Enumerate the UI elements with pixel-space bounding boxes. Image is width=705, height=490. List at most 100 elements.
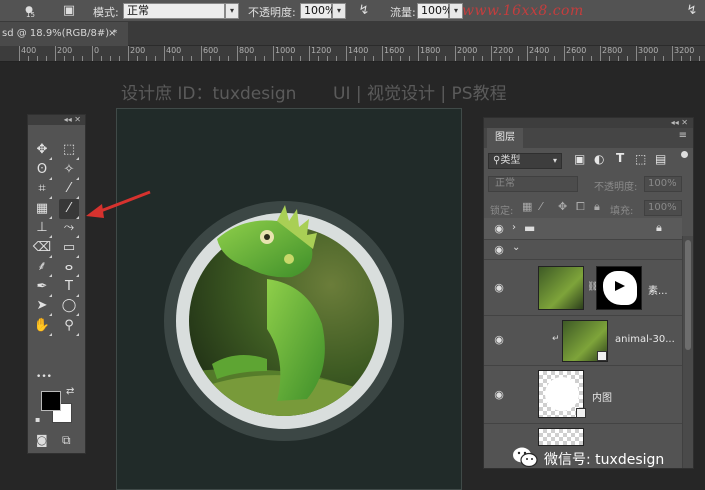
eye-icon[interactable]: ◉	[492, 281, 506, 295]
brush-settings-icon[interactable]: ▣	[60, 2, 78, 20]
chevron-down-icon[interactable]: ▾	[449, 3, 463, 19]
lock-label: 锁定:	[490, 206, 514, 217]
gradient-icon[interactable]: ▭	[59, 238, 79, 258]
history-brush-icon[interactable]: ⤳	[59, 218, 79, 238]
quick-mask-icon[interactable]: ◙	[36, 433, 48, 447]
pressure-size-icon[interactable]: ↯	[683, 2, 701, 20]
ruler-tick	[564, 46, 565, 61]
ruler-subtick	[690, 56, 691, 61]
blur-icon[interactable]: ⸙	[32, 257, 52, 277]
ruler-tick	[128, 46, 129, 61]
ruler-subtick	[400, 56, 401, 61]
shape-filter-icon[interactable]: ⬚	[635, 152, 646, 166]
type-filter-icon[interactable]: T	[616, 151, 624, 165]
ruler-subtick	[536, 56, 537, 61]
swap-colors-icon[interactable]: ⇄	[66, 386, 74, 397]
chevron-down-icon[interactable]: ⌄	[512, 242, 520, 253]
lock-pixels-icon[interactable]: ⁄	[540, 200, 542, 213]
panel-menu-icon[interactable]: ≡	[679, 130, 687, 141]
mode-select[interactable]: 正常	[123, 3, 225, 19]
layer-row[interactable]: ◉ ↵ animal-30...	[484, 316, 682, 366]
ruler-tick-label: 2000	[457, 46, 478, 55]
type-icon[interactable]: T	[59, 277, 79, 297]
eye-icon[interactable]: ◉	[492, 388, 506, 402]
lock-icon[interactable]: 🔒︎	[594, 200, 600, 214]
pen-icon[interactable]: ✒	[32, 277, 52, 297]
ruler-subtick	[110, 56, 111, 61]
flow-label: 流量:	[390, 6, 416, 19]
screen-mode-icon[interactable]: ⧉	[62, 433, 71, 448]
default-colors-icon[interactable]: ▪	[35, 415, 40, 424]
ruler-subtick	[627, 56, 628, 61]
path-select-icon[interactable]: ➤	[32, 296, 52, 316]
layer-row[interactable]: ◉ ⛓ 素...	[484, 260, 682, 316]
eye-icon[interactable]: ◉	[492, 243, 506, 257]
ruler-subtick	[336, 56, 337, 61]
layer-row[interactable]	[484, 424, 682, 446]
layers-scrollbar[interactable]	[682, 236, 693, 468]
close-icon[interactable]: ×	[108, 22, 116, 46]
tab-layers[interactable]: 图层	[487, 128, 523, 148]
layer-mask-thumbnail[interactable]	[596, 266, 642, 310]
ruler-subtick	[64, 56, 65, 61]
ruler-subtick	[255, 56, 256, 61]
healing-icon[interactable]: ▦	[32, 199, 52, 219]
blend-mode-select[interactable]: 正常	[488, 176, 578, 192]
move-icon[interactable]: ✥	[32, 140, 52, 160]
flow-input[interactable]: 100%	[417, 3, 452, 19]
filter-toggle[interactable]	[681, 151, 688, 158]
mode-label: 模式:	[93, 6, 119, 19]
opacity-input[interactable]: 100%	[300, 3, 335, 19]
tools-panel-header[interactable]: ◂◂ ✕	[28, 115, 85, 125]
document-canvas[interactable]	[116, 108, 462, 490]
chevron-down-icon[interactable]: ▾	[225, 3, 239, 19]
zoom-icon[interactable]: ⚲	[59, 316, 79, 336]
ruler-tick-label: 2800	[602, 46, 623, 55]
layer-row-group-open[interactable]: ◉ ⌄	[484, 240, 682, 260]
ruler-tick-label: 0	[94, 46, 100, 55]
ruler-tick	[527, 46, 528, 61]
layer-opacity-label: 不透明度:	[594, 182, 638, 193]
adjustment-filter-icon[interactable]: ◐	[594, 152, 604, 166]
ruler-subtick	[173, 56, 174, 61]
lock-transparent-icon[interactable]: ▦	[522, 200, 532, 213]
eraser-icon[interactable]: ⌫	[32, 238, 52, 258]
lasso-icon[interactable]: ʘ	[32, 160, 52, 180]
ruler-tick-label: 600	[203, 46, 219, 55]
smart-object-filter-icon[interactable]: ▤	[655, 152, 666, 166]
layer-opacity-input[interactable]: 100%	[644, 176, 682, 192]
eye-icon[interactable]: ◉	[492, 222, 506, 236]
layer-thumbnail	[538, 266, 584, 310]
layers-panel: ◂◂ ✕ 图层 ≡ ⚲类型 ▾ ▣ ◐ T ⬚ ▤ 正常 不透明度: 100% 锁…	[483, 117, 694, 469]
chevron-right-icon[interactable]: ›	[512, 222, 516, 233]
fill-input[interactable]: 100%	[644, 200, 682, 216]
wechat-label: 微信号: tuxdesign	[544, 452, 665, 468]
lock-position-icon[interactable]: ✥	[558, 200, 567, 213]
lock-artboard-icon[interactable]: ⧠	[576, 200, 585, 214]
layer-row[interactable]: ◉ 内图	[484, 366, 682, 424]
ruler-subtick	[146, 56, 147, 61]
shape-icon[interactable]: ◯	[59, 296, 79, 316]
brush-icon[interactable]: ⁄	[59, 198, 79, 219]
panel-collapse-icon[interactable]: ◂◂ ✕	[671, 118, 688, 128]
marquee-icon[interactable]: ⬚	[59, 140, 79, 160]
pressure-opacity-icon[interactable]: ↯	[355, 2, 373, 20]
ruler-tick-label: 200	[130, 46, 146, 55]
chevron-down-icon[interactable]: ▾	[332, 3, 346, 19]
crop-icon[interactable]: ⌗	[32, 179, 52, 199]
magic-wand-icon[interactable]: ✧	[59, 160, 79, 180]
eyedropper-icon[interactable]: ⁄	[59, 179, 79, 199]
ruler-subtick	[573, 56, 574, 61]
layer-filter-select[interactable]: ⚲类型 ▾	[488, 153, 562, 169]
clone-stamp-icon[interactable]: ⊥	[32, 218, 52, 238]
more-tools-icon[interactable]: •••	[34, 367, 54, 387]
dodge-icon[interactable]: ⴰ	[59, 257, 79, 277]
eye-icon[interactable]: ◉	[492, 333, 506, 347]
hand-icon[interactable]: ✋	[32, 316, 52, 336]
ruler-tick	[491, 46, 492, 61]
ruler-tick-label: 3200	[674, 46, 695, 55]
pixel-filter-icon[interactable]: ▣	[574, 152, 585, 166]
layer-row-group[interactable]: ◉ › ▬ 🔒︎	[484, 218, 682, 240]
opacity-label: 不透明度:	[248, 6, 296, 19]
ruler-subtick	[300, 56, 301, 61]
